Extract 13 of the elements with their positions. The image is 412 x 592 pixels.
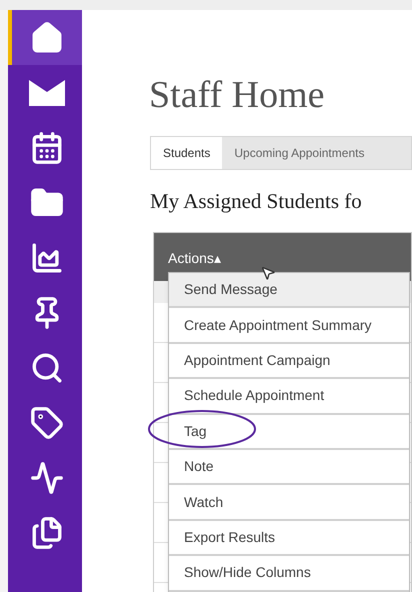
menu-item[interactable]: Export Results [169, 520, 409, 556]
tab[interactable]: Students [151, 137, 222, 169]
actions-button[interactable]: Actions▴ [168, 248, 221, 269]
menu-item[interactable]: Show/Hide Columns [169, 556, 409, 592]
menu-item[interactable]: Tag [169, 414, 409, 450]
section-title: My Assigned Students fo [150, 188, 363, 215]
menu-item[interactable]: Send Message [169, 273, 409, 308]
menu-item[interactable]: Create Appointment Summary [169, 308, 409, 344]
menu-item[interactable]: Appointment Campaign [169, 344, 409, 380]
page-title: Staff Home [149, 76, 326, 114]
menu-item[interactable]: Schedule Appointment [169, 379, 409, 415]
menu-item[interactable]: Note [169, 450, 409, 486]
menu-item[interactable]: Watch [169, 485, 409, 521]
